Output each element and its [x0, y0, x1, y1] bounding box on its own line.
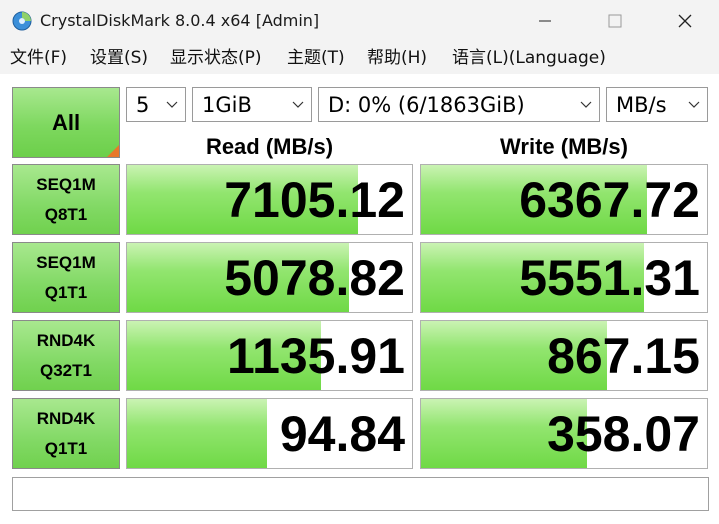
read-result-seq1m-q8t1: 7105.12 [126, 164, 413, 235]
write-result-seq1m-q1t1: 5551.31 [420, 242, 708, 313]
read-result-rnd4k-q32t1: 1135.91 [126, 320, 413, 391]
read-value: 1135.91 [227, 328, 405, 384]
all-button[interactable]: All [12, 87, 120, 158]
maximize-button[interactable] [592, 0, 638, 42]
drive-select[interactable]: D: 0% (6/1863GiB) [318, 87, 600, 122]
chevron-down-icon [166, 101, 178, 108]
minimize-icon [539, 20, 551, 22]
read-result-seq1m-q1t1: 5078.82 [126, 242, 413, 313]
read-value: 94.84 [279, 406, 405, 462]
unit-value: MB/s [616, 93, 667, 117]
menu-file[interactable]: 文件(F) [10, 47, 67, 69]
menu-bar: 文件(F) 设置(S) 显示状态(P) 主题(T) 帮助(H) 语言(L)(La… [0, 42, 719, 74]
write-value: 867.15 [547, 328, 700, 384]
read-score-bar [127, 399, 267, 468]
all-button-label: All [51, 109, 81, 135]
test-count-select[interactable]: 5 [126, 87, 186, 122]
test-queue: Q32T1 [40, 360, 92, 380]
write-value: 358.07 [547, 406, 700, 462]
write-header: Write (MB/s) [500, 134, 628, 159]
menu-help[interactable]: 帮助(H) [367, 47, 427, 69]
chevron-down-icon [292, 101, 304, 108]
read-value: 7105.12 [224, 172, 405, 228]
test-name: RND4K [36, 408, 96, 428]
menu-theme[interactable]: 主题(T) [287, 47, 345, 69]
test-queue: Q1T1 [44, 438, 88, 458]
unit-select[interactable]: MB/s [606, 87, 708, 122]
title-bar[interactable]: CrystalDiskMark 8.0.4 x64 [Admin] [0, 0, 719, 42]
chevron-down-icon [580, 101, 592, 108]
test-queue: Q8T1 [44, 204, 88, 224]
test-name: SEQ1M [36, 174, 96, 194]
menu-settings[interactable]: 设置(S) [90, 47, 148, 69]
close-icon [678, 14, 692, 28]
test-button-rnd4k-q32t1[interactable]: RND4K Q32T1 [12, 320, 120, 391]
drive-value: D: 0% (6/1863GiB) [328, 93, 525, 117]
test-count-value: 5 [136, 93, 150, 117]
write-result-rnd4k-q1t1: 358.07 [420, 398, 708, 469]
window-title: CrystalDiskMark 8.0.4 x64 [Admin] [40, 11, 320, 30]
read-result-rnd4k-q1t1: 94.84 [126, 398, 413, 469]
maximize-icon [608, 14, 622, 28]
test-size-select[interactable]: 1GiB [192, 87, 312, 122]
test-name: SEQ1M [36, 252, 96, 272]
write-result-seq1m-q8t1: 6367.72 [420, 164, 708, 235]
menu-language[interactable]: 语言(L)(Language) [452, 47, 606, 69]
chevron-down-icon [688, 101, 700, 108]
corner-triangle-icon [107, 145, 119, 157]
test-button-seq1m-q1t1[interactable]: SEQ1M Q1T1 [12, 242, 120, 313]
test-size-value: 1GiB [202, 93, 252, 117]
menu-view-status[interactable]: 显示状态(P) [170, 47, 262, 69]
write-value: 6367.72 [519, 172, 700, 228]
read-header: Read (MB/s) [205, 134, 334, 159]
write-result-rnd4k-q32t1: 867.15 [420, 320, 708, 391]
main-panel: All 5 1GiB D: 0% (6/1863GiB) MB/s Read (… [0, 74, 719, 524]
test-button-seq1m-q8t1[interactable]: SEQ1M Q8T1 [12, 164, 120, 235]
test-name: RND4K [36, 330, 96, 350]
comment-field[interactable] [12, 477, 709, 511]
minimize-button[interactable] [522, 0, 568, 42]
test-queue: Q1T1 [44, 282, 88, 302]
app-disk-icon [12, 11, 32, 31]
read-value: 5078.82 [224, 250, 405, 306]
test-button-rnd4k-q1t1[interactable]: RND4K Q1T1 [12, 398, 120, 469]
close-button[interactable] [662, 0, 708, 42]
write-value: 5551.31 [519, 250, 700, 306]
